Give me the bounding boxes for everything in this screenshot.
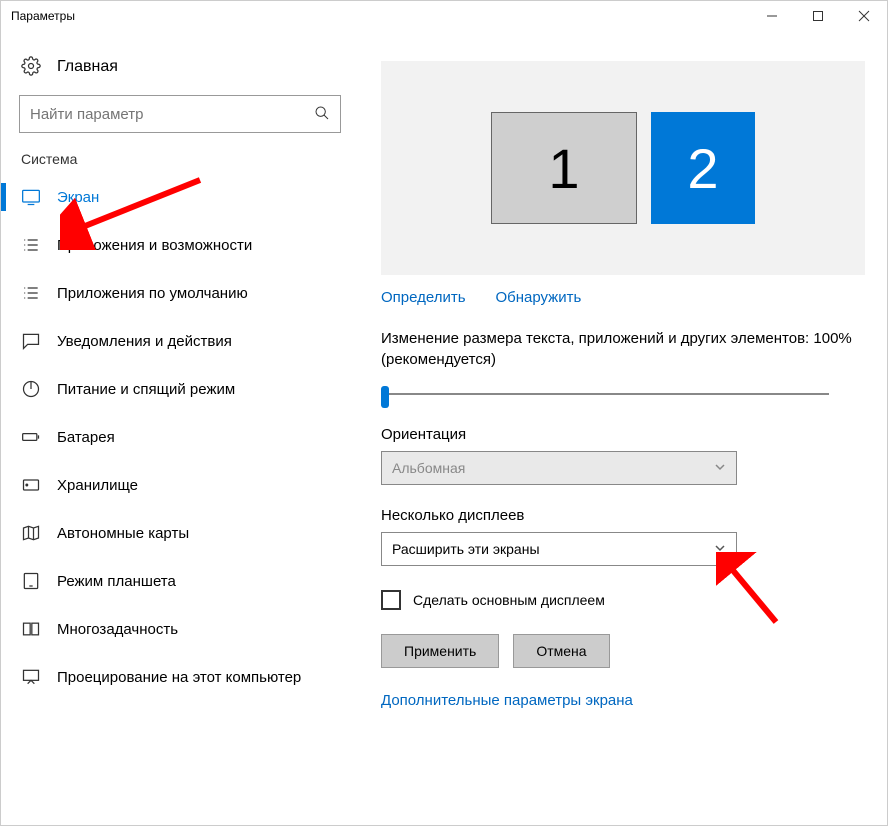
power-icon — [21, 379, 41, 399]
monitor-icon — [21, 187, 41, 207]
search-input-container[interactable] — [19, 95, 341, 133]
nav-item-storage[interactable]: Хранилище — [1, 461, 359, 509]
project-icon — [21, 667, 41, 687]
nav-item-multitask[interactable]: Многозадачность — [1, 605, 359, 653]
list-icon — [21, 283, 41, 303]
multitask-icon — [21, 619, 41, 639]
nav-item-apps[interactable]: Приложения и возможности — [1, 221, 359, 269]
advanced-display-link[interactable]: Дополнительные параметры экрана — [381, 692, 865, 709]
window-title: Параметры — [11, 9, 749, 23]
nav-item-power[interactable]: Питание и спящий режим — [1, 365, 359, 413]
orientation-label: Ориентация — [381, 426, 865, 443]
cancel-button[interactable]: Отмена — [513, 634, 609, 668]
identify-link[interactable]: Определить — [381, 289, 466, 306]
multi-display-dropdown[interactable]: Расширить эти экраны — [381, 532, 737, 566]
detect-link[interactable]: Обнаружить — [495, 289, 581, 306]
make-main-checkbox[interactable]: Сделать основным дисплеем — [381, 590, 865, 610]
sidebar: Главная Система Экран Приложения и возмо… — [1, 31, 359, 825]
minimize-button[interactable] — [749, 1, 795, 31]
comment-icon — [21, 331, 41, 351]
titlebar: Параметры — [1, 1, 887, 31]
map-icon — [21, 523, 41, 543]
maximize-button[interactable] — [795, 1, 841, 31]
home-button[interactable]: Главная — [1, 49, 359, 95]
gear-icon — [21, 56, 41, 79]
nav-item-notifications[interactable]: Уведомления и действия — [1, 317, 359, 365]
monitor-1[interactable]: 1 — [491, 112, 637, 224]
display-arrangement[interactable]: 1 2 — [381, 61, 865, 275]
scale-slider[interactable] — [381, 384, 865, 404]
multi-display-label: Несколько дисплеев — [381, 507, 865, 524]
orientation-dropdown[interactable]: Альбомная — [381, 451, 737, 485]
nav-item-default-apps[interactable]: Приложения по умолчанию — [1, 269, 359, 317]
main-content: 1 2 Определить Обнаружить Изменение разм… — [359, 31, 887, 825]
storage-icon — [21, 475, 41, 495]
battery-icon — [21, 427, 41, 447]
nav-item-projecting[interactable]: Проецирование на этот компьютер — [1, 653, 359, 701]
chevron-down-icon — [714, 460, 726, 476]
tablet-icon — [21, 571, 41, 591]
search-input[interactable] — [30, 106, 314, 123]
list-icon — [21, 235, 41, 255]
apply-button[interactable]: Применить — [381, 634, 499, 668]
checkbox-icon — [381, 590, 401, 610]
nav-item-tablet[interactable]: Режим планшета — [1, 557, 359, 605]
nav-item-display[interactable]: Экран — [1, 173, 359, 221]
search-icon — [314, 105, 330, 124]
monitor-2[interactable]: 2 — [651, 112, 755, 224]
home-label: Главная — [57, 58, 118, 76]
section-title: Система — [1, 151, 359, 173]
close-button[interactable] — [841, 1, 887, 31]
scale-label: Изменение размера текста, приложений и д… — [381, 328, 865, 370]
nav-item-battery[interactable]: Батарея — [1, 413, 359, 461]
chevron-down-icon — [714, 541, 726, 557]
nav-item-maps[interactable]: Автономные карты — [1, 509, 359, 557]
